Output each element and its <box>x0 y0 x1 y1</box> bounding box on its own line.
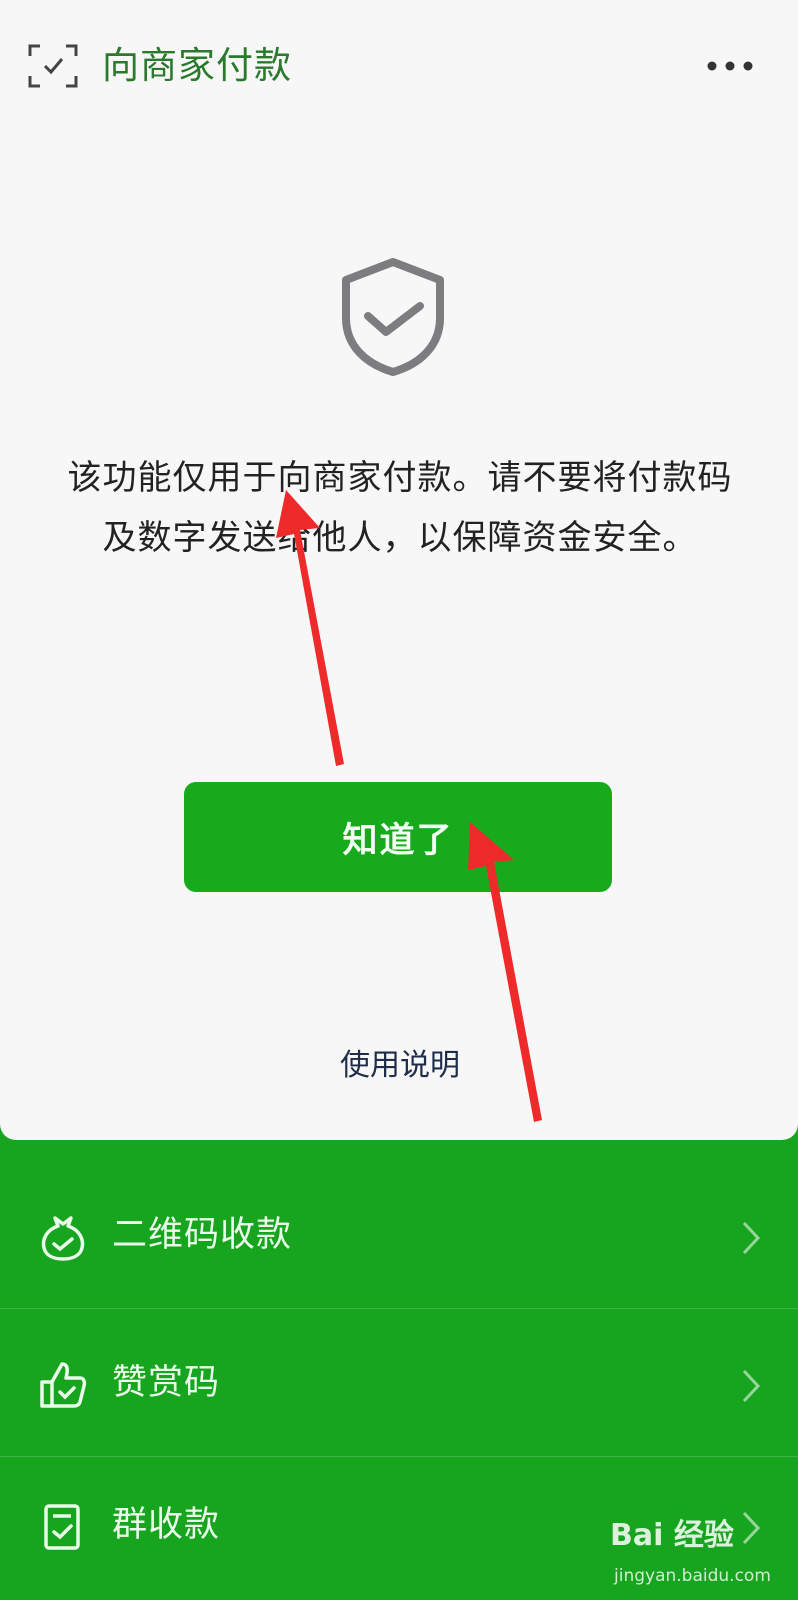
watermark-url: jingyan.baidu.com <box>614 1566 771 1586</box>
acknowledge-button[interactable]: 知道了 <box>184 782 612 892</box>
menu-item-qr-receive[interactable]: 二维码收款 <box>0 1160 798 1308</box>
security-notice-text: 该功能仅用于向商家付款。请不要将付款码及数字发送给他人，以保障资金安全。 <box>67 458 733 558</box>
page-title: 向商家付款 <box>102 44 292 87</box>
group-bill-icon <box>44 1504 80 1550</box>
menu-item-label: 赞赏码 <box>112 1363 221 1403</box>
chevron-right-icon <box>742 1369 761 1403</box>
shield-check-icon <box>342 258 444 376</box>
scan-frame-icon[interactable] <box>28 44 78 88</box>
usage-instructions-link[interactable]: 使用说明 <box>300 1040 500 1084</box>
menu-item-label: 群收款 <box>112 1505 221 1545</box>
menu-item-reward-code[interactable]: 赞赏码 <box>0 1308 798 1456</box>
chevron-right-icon <box>742 1511 761 1545</box>
chevron-right-icon <box>742 1221 761 1255</box>
money-bag-icon <box>41 1216 85 1261</box>
watermark-logo: Bai 经验 <box>610 1518 734 1553</box>
thumbs-up-icon <box>40 1362 87 1408</box>
menu-item-label: 二维码收款 <box>112 1215 293 1255</box>
payment-card: 向商家付款 该功能仅用于向商家付款。请不要将付款码及数字发送给他人，以保障资金安… <box>0 0 798 1140</box>
more-dots-icon[interactable] <box>706 56 754 76</box>
